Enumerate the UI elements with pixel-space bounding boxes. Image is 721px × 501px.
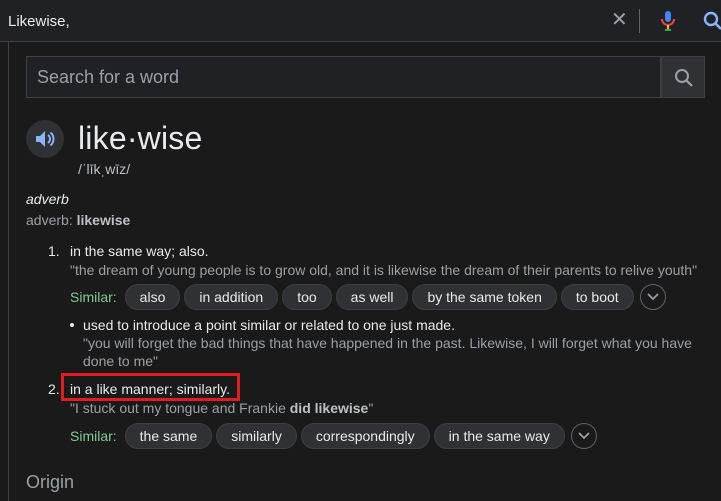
synonym-chip[interactable]: similarly: [216, 423, 297, 449]
similar-label: Similar:: [70, 289, 117, 305]
example-end: ": [368, 400, 374, 416]
origin-heading[interactable]: Origin: [26, 472, 74, 493]
similar-row: Similar: the same similarly correspondin…: [70, 423, 597, 449]
pos-word: likewise: [76, 212, 131, 228]
example-emphasis: did likewise: [289, 400, 369, 416]
synonym-chip[interactable]: also: [124, 284, 181, 310]
headword: like·wise: [78, 120, 203, 156]
word-search-input[interactable]: [27, 57, 660, 97]
word-search-button[interactable]: [661, 56, 705, 98]
similar-label: Similar:: [70, 428, 117, 444]
search-query[interactable]: Likewise,: [8, 13, 70, 30]
close-icon[interactable]: ✕: [611, 10, 628, 30]
search-icon: [675, 69, 693, 87]
example-text: "I stuck out my tongue and Frankie: [70, 400, 290, 416]
mic-icon[interactable]: [658, 10, 678, 32]
example: "the dream of young people is to grow ol…: [70, 262, 698, 278]
synonym-chip[interactable]: correspondingly: [300, 423, 430, 449]
pos-label: adverb: [26, 212, 69, 228]
synonym-chip[interactable]: to boot: [560, 284, 634, 310]
synonym-chip[interactable]: in the same way: [433, 423, 565, 449]
sense-number: 1.: [48, 243, 60, 259]
part-of-speech: adverb: [26, 191, 69, 207]
synonym-chip[interactable]: by the same token: [412, 284, 557, 310]
pronunciation-button[interactable]: [26, 120, 64, 158]
search-icon[interactable]: [703, 10, 721, 32]
synonym-chip[interactable]: in addition: [184, 284, 279, 310]
example: "I stuck out my tongue and Frankie did l…: [70, 399, 373, 417]
synonym-chip[interactable]: too: [282, 284, 332, 310]
top-search-bar: Likewise, ✕: [0, 0, 721, 42]
divider: [639, 9, 640, 33]
part-of-speech-line: adverb: likewise: [26, 212, 131, 228]
chevron-down-icon[interactable]: [570, 423, 597, 449]
definition: in the same way; also.: [70, 243, 209, 259]
highlight-box: [61, 373, 240, 401]
sub-example: "you will forget the bad things that hav…: [83, 335, 692, 369]
word-search-field: [26, 56, 661, 98]
synonym-chip[interactable]: as well: [335, 284, 409, 310]
synonym-chip[interactable]: the same: [124, 423, 213, 449]
sub-definition: used to introduce a point similar or rel…: [83, 317, 455, 333]
bullet: [70, 323, 74, 327]
similar-row: Similar: also in addition too as well by…: [70, 284, 666, 310]
speaker-icon: [36, 131, 55, 147]
chevron-down-icon[interactable]: [639, 284, 666, 310]
phonetic: /ˈlīkˌwīz/: [78, 161, 131, 177]
sense-number: 2.: [48, 381, 60, 397]
